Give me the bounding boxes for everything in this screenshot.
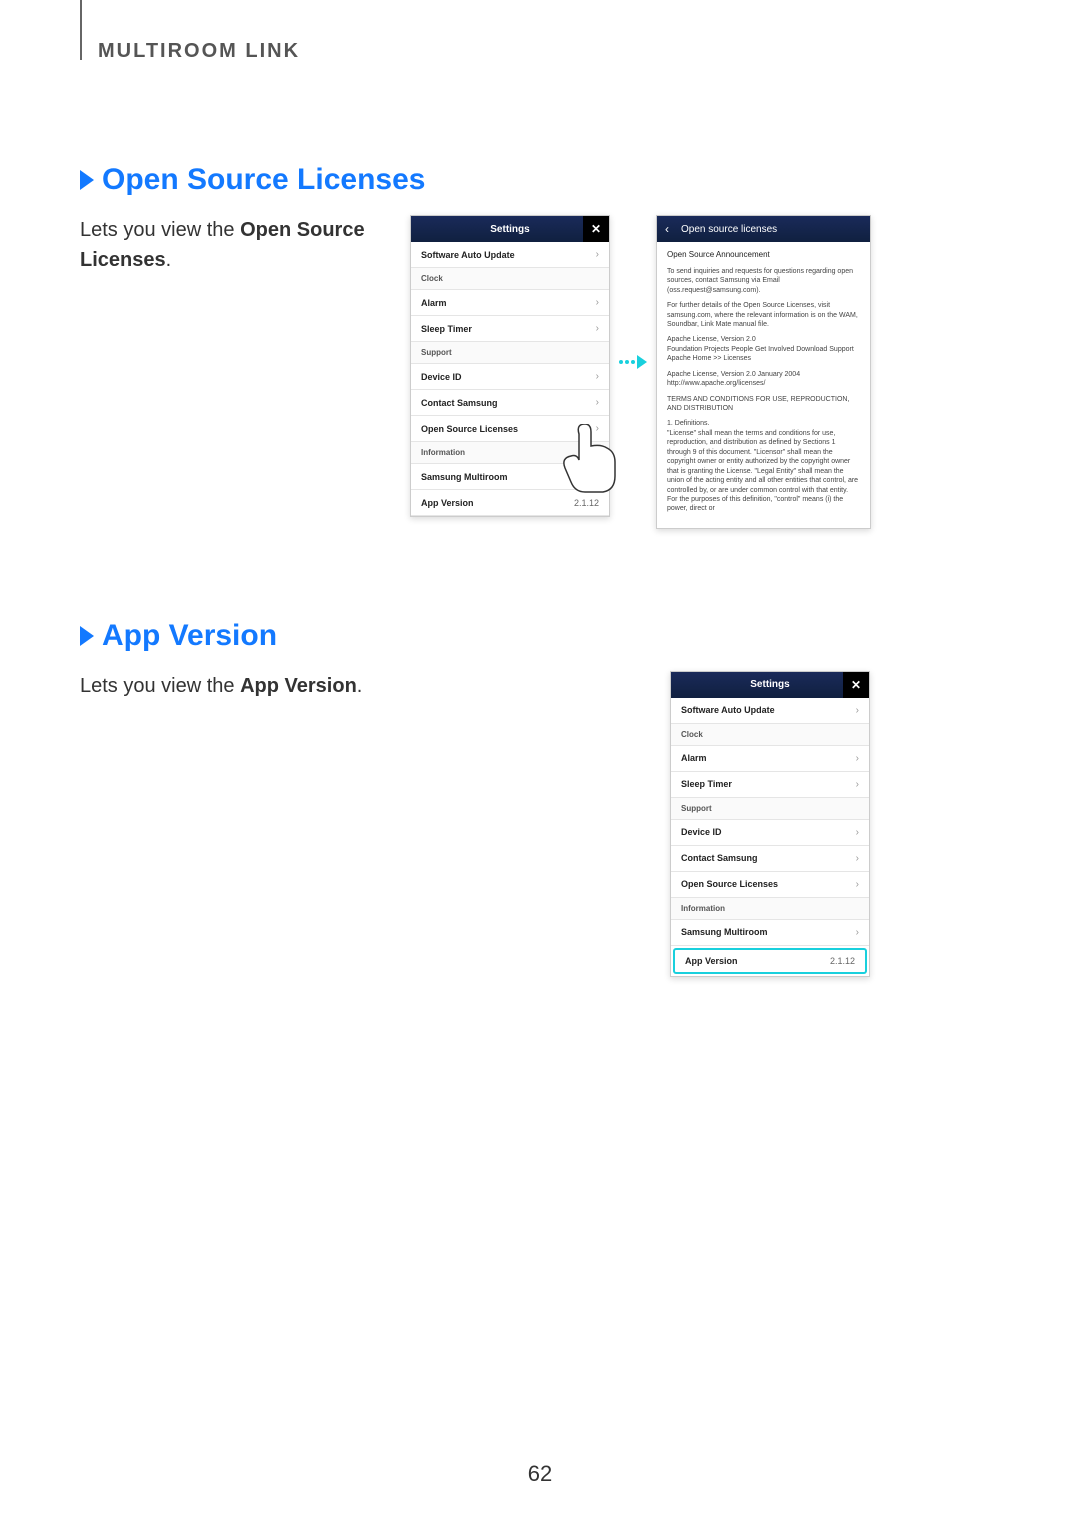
doc-p3: Apache License, Version 2.0 Foundation P… — [667, 335, 860, 363]
row-device-id[interactable]: Device ID› — [671, 820, 869, 846]
row-alarm[interactable]: Alarm› — [411, 290, 609, 316]
row-software-auto-update[interactable]: Software Auto Update› — [671, 698, 869, 724]
header-rule — [80, 0, 82, 60]
chevron-right-icon: › — [596, 423, 599, 434]
doc-p5: TERMS AND CONDITIONS FOR USE, REPRODUCTI… — [667, 395, 860, 414]
chevron-right-icon: › — [596, 297, 599, 308]
close-icon[interactable]: ✕ — [843, 672, 869, 698]
row-open-source-licenses[interactable]: Open Source Licenses› — [671, 872, 869, 898]
settings-title: Settings — [490, 224, 529, 235]
doc-header: ‹ Open source licenses — [657, 216, 870, 242]
settings-title: Settings — [750, 679, 789, 690]
chevron-left-icon[interactable]: ‹ — [657, 216, 677, 242]
chevron-right-icon: › — [856, 927, 859, 938]
row-sleep-timer[interactable]: Sleep Timer› — [411, 316, 609, 342]
row-contact-samsung[interactable]: Contact Samsung› — [671, 846, 869, 872]
licenses-doc-screenshot: ‹ Open source licenses Open Source Annou… — [656, 215, 871, 529]
group-information: Information — [411, 442, 609, 464]
triangle-bullet-icon — [80, 626, 94, 646]
chevron-right-icon: › — [596, 397, 599, 408]
play-icon — [637, 355, 647, 369]
desc-suffix: . — [357, 675, 363, 697]
row-alarm[interactable]: Alarm› — [671, 746, 869, 772]
doc-title: Open source licenses — [681, 224, 777, 235]
group-clock: Clock — [671, 724, 869, 746]
chevron-right-icon: › — [856, 779, 859, 790]
group-support: Support — [411, 342, 609, 364]
transition-arrow — [618, 355, 648, 369]
chevron-right-icon: › — [856, 879, 859, 890]
doc-announcement: Open Source Announcement — [667, 250, 860, 261]
chevron-right-icon: › — [596, 249, 599, 260]
row-device-id[interactable]: Device ID› — [411, 364, 609, 390]
page-number: 62 — [0, 1461, 1080, 1487]
desc-suffix: . — [166, 249, 172, 271]
row-sleep-timer[interactable]: Sleep Timer› — [671, 772, 869, 798]
chevron-right-icon: › — [596, 371, 599, 382]
section-title: Open Source Licenses — [102, 163, 425, 197]
section-title-row: Open Source Licenses — [80, 163, 990, 197]
triangle-bullet-icon — [80, 170, 94, 190]
group-clock: Clock — [411, 268, 609, 290]
chevron-right-icon: › — [856, 853, 859, 864]
row-contact-samsung[interactable]: Contact Samsung› — [411, 390, 609, 416]
desc-prefix: Lets you view the — [80, 219, 240, 241]
section-title: App Version — [102, 619, 277, 653]
chevron-right-icon: › — [856, 705, 859, 716]
doc-p6: 1. Definitions. "License" shall mean the… — [667, 419, 860, 513]
screenshot-group: Settings ✕ Software Auto Update› Clock A… — [410, 215, 990, 529]
section-title-row: App Version — [80, 619, 990, 653]
doc-p2: For further details of the Open Source L… — [667, 301, 860, 329]
screenshot-group: Settings ✕ Software Auto Update› Clock A… — [550, 671, 990, 977]
group-support: Support — [671, 798, 869, 820]
group-information: Information — [671, 898, 869, 920]
row-samsung-multiroom[interactable]: Samsung Multiroom› — [671, 920, 869, 946]
doc-body: Open Source Announcement To send inquiri… — [657, 242, 870, 528]
chevron-right-icon: › — [596, 471, 599, 482]
close-icon[interactable]: ✕ — [583, 216, 609, 242]
manual-page: MULTIROOM LINK Open Source Licenses Lets… — [0, 0, 1080, 1527]
settings-screenshot: Settings ✕ Software Auto Update› Clock A… — [410, 215, 610, 517]
doc-p4: Apache License, Version 2.0 January 2004… — [667, 370, 860, 389]
desc-prefix: Lets you view the — [80, 675, 240, 697]
row-software-auto-update[interactable]: Software Auto Update› — [411, 242, 609, 268]
chevron-right-icon: › — [856, 753, 859, 764]
chevron-right-icon: › — [856, 827, 859, 838]
section-description: Lets you view the App Version. — [80, 671, 400, 701]
section-description: Lets you view the Open Source Licenses. — [80, 215, 400, 275]
desc-bold: App Version — [240, 675, 357, 697]
page-header: MULTIROOM LINK — [98, 40, 990, 63]
settings-screenshot: Settings ✕ Software Auto Update› Clock A… — [670, 671, 870, 977]
doc-p1: To send inquiries and requests for quest… — [667, 267, 860, 295]
settings-header: Settings ✕ — [411, 216, 609, 242]
settings-header: Settings ✕ — [671, 672, 869, 698]
chevron-right-icon: › — [596, 323, 599, 334]
section-app-version: App Version Lets you view the App Versio… — [80, 619, 990, 977]
section-open-source-licenses: Open Source Licenses Lets you view the O… — [80, 163, 990, 529]
row-app-version-highlighted: App Version2.1.12 — [673, 948, 867, 974]
row-samsung-multiroom[interactable]: Samsung Multiroom› — [411, 464, 609, 490]
row-app-version: App Version2.1.12 — [411, 490, 609, 516]
row-open-source-licenses[interactable]: Open Source Licenses› — [411, 416, 609, 442]
